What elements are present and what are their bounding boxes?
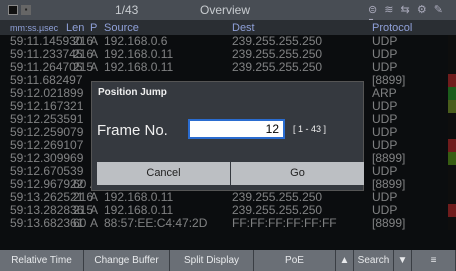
- scroll-down-icon[interactable]: ▼: [394, 250, 412, 271]
- frame-no-label: Frame No.: [97, 122, 168, 139]
- menu-icon[interactable]: ≡: [412, 250, 456, 271]
- col-p: P: [90, 22, 98, 34]
- change-buffer-button[interactable]: Change Buffer: [84, 250, 170, 271]
- frame-counter: 1/43: [115, 3, 139, 17]
- frame-range: [ 1 - 43 ]: [293, 124, 327, 134]
- frame-no-input[interactable]: 12: [188, 119, 285, 139]
- position-jump-dialog: Position Jump Frame No. 12 [ 1 - 43 ] Ca…: [91, 81, 364, 191]
- function-bar: Relative Time Change Buffer Split Displa…: [0, 250, 456, 271]
- search-button[interactable]: Search: [354, 250, 394, 271]
- top-bar: ▪ 1/43 Overview ⊜ ≋ ⇆ ⚙ ✎ ▮ ⌁: [0, 0, 456, 29]
- col-time: mm:ss.µsec: [10, 23, 59, 33]
- col-dest: Dest: [232, 22, 255, 34]
- scroll-up-icon[interactable]: ▲: [336, 250, 354, 271]
- cancel-button[interactable]: Cancel: [97, 162, 230, 185]
- stop-icon[interactable]: [8, 5, 18, 15]
- col-source: Source: [104, 22, 139, 34]
- column-header: mm:ss.µsec Len P Source Dest Protocol: [0, 20, 456, 35]
- go-button[interactable]: Go: [231, 162, 364, 185]
- page-title: Overview: [200, 3, 251, 17]
- relative-time-button[interactable]: Relative Time: [0, 250, 84, 271]
- split-display-button[interactable]: Split Display: [170, 250, 254, 271]
- dialog-title: Position Jump: [98, 87, 167, 98]
- page-badge-icon: ▪: [21, 5, 31, 15]
- col-protocol: Protocol: [372, 22, 413, 34]
- col-len: Len: [66, 22, 85, 34]
- poe-button[interactable]: PoE: [254, 250, 336, 271]
